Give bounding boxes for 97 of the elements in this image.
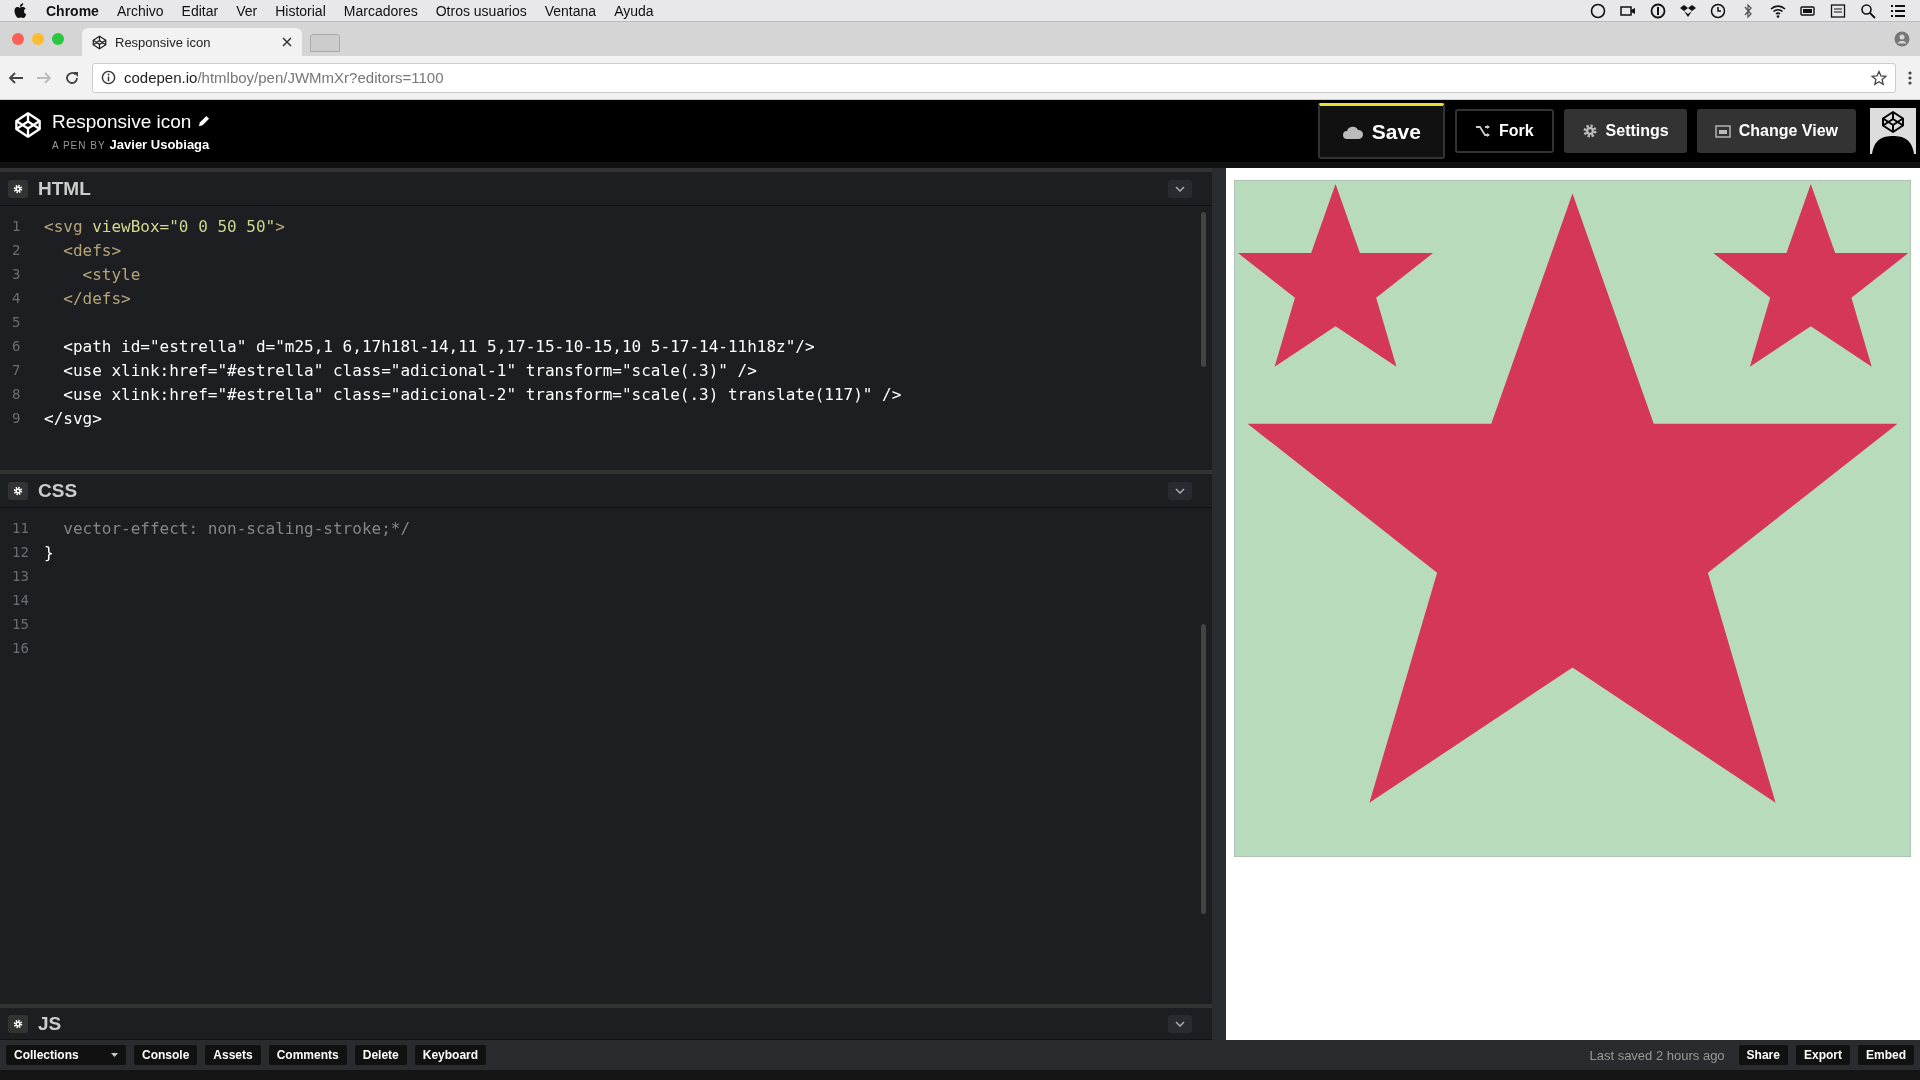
codepen-icon	[92, 34, 107, 50]
address-field[interactable]: codepen.io/htmlboy/pen/JWMmXr?editors=1100	[92, 62, 1896, 93]
line-number: 2	[11, 242, 22, 258]
menu-item[interactable]: Marcadores	[343, 2, 418, 19]
editor-title: HTML	[38, 177, 92, 200]
footer-button[interactable]: Comments	[268, 1045, 347, 1065]
chevron-icon	[1175, 487, 1185, 494]
line-number: 6	[11, 338, 22, 354]
settings-button[interactable]	[8, 1014, 28, 1033]
header-button[interactable]: Settings	[1563, 109, 1687, 153]
circle-icon[interactable]	[1590, 2, 1606, 19]
header-button[interactable]: Fork	[1454, 109, 1554, 153]
header-button[interactable]: Change View	[1696, 109, 1856, 153]
close-icon[interactable]	[282, 37, 292, 47]
line-number: 7	[11, 362, 22, 378]
footer-button[interactable]: Assets	[205, 1045, 261, 1065]
collapse-button[interactable]	[1168, 179, 1192, 198]
menu-item[interactable]: Ventana	[544, 2, 597, 19]
window-icon	[1714, 124, 1731, 138]
info-icon	[101, 70, 116, 85]
avatar-icon[interactable]	[1870, 108, 1916, 154]
editor-title: CSS	[38, 479, 79, 502]
code-line: <path id="estrella" d="m25,1 6,17h18l-14,11 5,17-15-10-15,10 5-17-14-11h18z"/>	[62, 336, 815, 356]
pencil-icon[interactable]	[197, 115, 211, 128]
dropdown-button[interactable]: Collections	[6, 1045, 126, 1065]
settings-icon	[1581, 123, 1598, 139]
code-line: <svg viewBox="0 0 50 50">	[44, 216, 285, 236]
footer-button[interactable]: Embed	[1858, 1045, 1914, 1065]
resize-handle[interactable]	[1212, 168, 1226, 1040]
gear-icon	[13, 183, 23, 194]
code-line: <use xlink:href="#estrella" class="adicional-1" transform="scale(.3)" />	[62, 360, 757, 380]
code-line: <defs>	[62, 240, 122, 260]
code-line: <style	[81, 264, 141, 284]
browser-tab[interactable]: Responsive icon	[82, 28, 302, 56]
line-number: 15	[11, 616, 30, 632]
byline-label: A PEN BY	[52, 139, 106, 151]
chevron-icon	[1175, 185, 1185, 192]
clock-icon[interactable]	[1710, 2, 1726, 19]
menu-item[interactable]: Otros usuarios	[435, 2, 527, 19]
keyboard-icon[interactable]	[1830, 2, 1846, 19]
save-status: Last saved 2 hours ago	[1589, 1047, 1725, 1063]
line-number: 8	[11, 386, 22, 402]
star-icon[interactable]	[1871, 69, 1887, 86]
tab-title: Responsive icon	[115, 34, 212, 50]
menu-item[interactable]: Ver	[236, 2, 258, 19]
app-menu[interactable]: Chrome	[46, 2, 99, 19]
code-line: }	[44, 542, 54, 562]
line-number: 14	[11, 592, 30, 608]
save-button[interactable]: Save	[1317, 103, 1445, 159]
info-icon[interactable]	[1650, 2, 1666, 19]
footer-button[interactable]: Share	[1738, 1045, 1788, 1065]
line-number: 11	[11, 520, 30, 536]
reload-icon[interactable]	[64, 69, 80, 86]
footer-button[interactable]: Keyboard	[414, 1045, 487, 1065]
box-icon[interactable]	[1680, 2, 1696, 19]
codepen-logo-icon[interactable]	[14, 110, 42, 139]
settings-button[interactable]	[8, 179, 28, 198]
line-number: 5	[11, 314, 22, 330]
more-icon[interactable]	[1908, 69, 1912, 86]
search-icon[interactable]	[1860, 2, 1876, 19]
gear-icon	[13, 1018, 23, 1029]
pen-title[interactable]: Responsive icon	[52, 110, 192, 133]
url-text: codepen.io/htmlboy/pen/JWMmXr?editors=1100	[124, 69, 444, 86]
line-number: 1	[11, 218, 22, 234]
profile-icon[interactable]	[1894, 31, 1910, 47]
footer-button[interactable]: Export	[1795, 1045, 1850, 1065]
collapse-button[interactable]	[1168, 1014, 1192, 1033]
line-number: 12	[11, 544, 30, 560]
settings-button[interactable]	[8, 481, 28, 500]
menu-item[interactable]: Archivo	[116, 2, 164, 19]
gear-icon	[13, 485, 23, 496]
footer-button[interactable]: Console	[134, 1045, 198, 1065]
caret-icon	[111, 1053, 118, 1057]
scrollbar[interactable]	[1201, 212, 1206, 367]
scrollbar[interactable]	[1201, 624, 1206, 914]
line-number: 3	[11, 266, 22, 282]
back-icon[interactable]	[8, 69, 24, 86]
chevron-icon	[1175, 1020, 1185, 1027]
line-number: 4	[11, 290, 22, 306]
menu-icon[interactable]	[1890, 2, 1906, 19]
author-link[interactable]: Javier Usobiaga	[109, 136, 210, 152]
wifi-icon[interactable]	[1770, 2, 1786, 19]
fork-icon	[1474, 124, 1491, 138]
code-line: </svg>	[44, 408, 102, 428]
menu-item[interactable]: Historial	[275, 2, 326, 19]
editor-title: JS	[38, 1012, 63, 1035]
code-line: </defs>	[62, 288, 131, 308]
code-line: vector-effect: non-scaling-stroke;*/	[62, 518, 411, 538]
footer-button[interactable]: Delete	[354, 1045, 407, 1065]
line-number: 9	[11, 410, 22, 426]
collapse-button[interactable]	[1168, 481, 1192, 500]
menu-item[interactable]: Ayuda	[614, 2, 654, 19]
apple-icon	[14, 2, 28, 19]
line-number: 16	[11, 640, 30, 656]
menu-item[interactable]: Editar	[181, 2, 219, 19]
line-number: 13	[11, 568, 30, 584]
code-line: <use xlink:href="#estrella" class="adicional-2" transform="scale(.3) translate(117)" />	[62, 384, 902, 404]
